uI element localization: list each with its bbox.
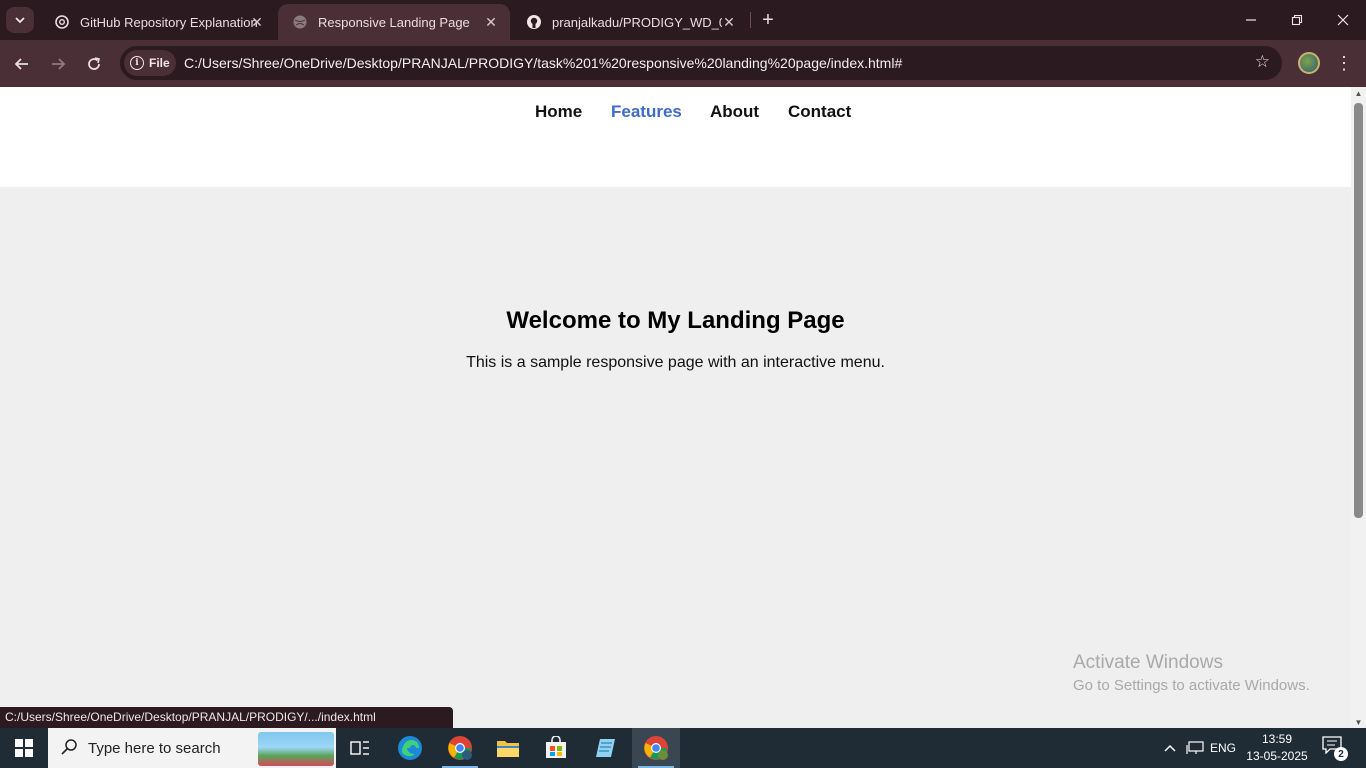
tab-separator: [750, 12, 751, 28]
clock[interactable]: 13:59 13-05-2025: [1244, 731, 1310, 765]
notification-center-button[interactable]: 2: [1322, 736, 1348, 761]
language-indicator[interactable]: ENG: [1208, 728, 1238, 768]
browser-toolbar: i File C:/Users/Shree/OneDrive/Desktop/P…: [0, 40, 1366, 87]
address-bar[interactable]: i File C:/Users/Shree/OneDrive/Desktop/P…: [120, 46, 1282, 80]
start-button[interactable]: [0, 728, 48, 768]
watermark-title: Activate Windows: [1073, 652, 1223, 673]
close-tab-icon[interactable]: ✕: [482, 13, 500, 31]
chrome-taskbar-button[interactable]: [632, 728, 680, 768]
task-view-icon: [350, 741, 369, 755]
chevron-down-icon: [15, 17, 25, 24]
file-explorer-taskbar-button[interactable]: [484, 728, 532, 768]
edge-icon: [398, 736, 422, 760]
tab-title: pranjalkadu/PRODIGY_WD_01:: [552, 14, 722, 30]
forward-button[interactable]: [44, 50, 72, 78]
back-button[interactable]: [8, 50, 36, 78]
web-page: Home Features About Contact Welcome to M…: [0, 87, 1351, 728]
minimize-button[interactable]: [1228, 0, 1274, 40]
link-status-bubble: C:/Users/Shree/OneDrive/Desktop/PRANJAL/…: [0, 707, 453, 728]
scroll-down-arrow-icon[interactable]: ▼: [1354, 718, 1363, 727]
nav-home-link[interactable]: Home: [535, 102, 582, 122]
nav-features-link[interactable]: Features: [611, 102, 682, 122]
scrollbar-thumb[interactable]: [1354, 103, 1363, 518]
taskbar-search-box[interactable]: Type here to search: [48, 728, 336, 768]
tab-title: Responsive Landing Page: [318, 14, 470, 30]
nav-contact-link[interactable]: Contact: [788, 102, 851, 122]
profile-avatar[interactable]: [1298, 52, 1320, 74]
url-text[interactable]: C:/Users/Shree/OneDrive/Desktop/PRANJAL/…: [184, 55, 902, 71]
close-tab-icon[interactable]: ✕: [720, 13, 738, 31]
edge-taskbar-button[interactable]: [386, 728, 434, 768]
task-view-button[interactable]: [336, 728, 384, 768]
reload-icon: [88, 57, 100, 70]
watermark-subtitle: Go to Settings to activate Windows.: [1073, 677, 1310, 694]
chevron-up-icon: [1164, 744, 1176, 752]
network-icon: [1186, 741, 1204, 754]
menu-kebab-icon[interactable]: ⋮: [1334, 50, 1354, 76]
clock-time: 13:59: [1261, 732, 1293, 746]
chrome-profile-taskbar-button[interactable]: [436, 728, 484, 768]
tab-strip: GitHub Repository Explanation ✕ Responsi…: [0, 0, 1366, 40]
arrow-left-icon: [14, 58, 28, 70]
windows-taskbar: Type here to search ENG 13:59 13-05-2025…: [0, 728, 1366, 768]
tab-github-pranjalkadu[interactable]: pranjalkadu/PRODIGY_WD_01: ✕: [512, 4, 748, 40]
info-icon: i: [130, 56, 144, 70]
github-icon: [526, 14, 542, 30]
windows-logo-icon: [15, 739, 33, 757]
close-icon: [1337, 14, 1349, 26]
chrome-icon: [448, 736, 472, 760]
bookmark-star-icon[interactable]: ☆: [1255, 52, 1270, 72]
nav-about-link[interactable]: About: [710, 102, 759, 122]
arrow-right-icon: [52, 58, 66, 70]
search-placeholder: Type here to search: [88, 740, 221, 757]
store-icon: [546, 736, 566, 758]
site-info-chip[interactable]: i File: [124, 50, 176, 76]
hero-title: Welcome to My Landing Page: [506, 307, 845, 334]
scroll-up-arrow-icon[interactable]: ▲: [1354, 89, 1363, 98]
activate-windows-watermark: Activate Windows Go to Settings to activ…: [1073, 652, 1310, 694]
search-highlight-image[interactable]: [258, 732, 334, 766]
site-nav: Home Features About Contact: [0, 87, 1351, 137]
folder-icon: [497, 741, 519, 757]
page-scrollbar[interactable]: ▲ ▼: [1351, 87, 1366, 728]
header-spacer: [0, 137, 1351, 187]
restore-button[interactable]: [1274, 0, 1320, 40]
close-tab-icon[interactable]: ✕: [248, 13, 266, 31]
search-icon: [60, 738, 78, 761]
restore-icon: [1291, 14, 1303, 26]
notification-badge: 2: [1334, 747, 1348, 761]
openai-icon: [54, 14, 70, 30]
network-button[interactable]: [1184, 728, 1206, 768]
tab-responsive-landing-page[interactable]: Responsive Landing Page ✕: [278, 4, 510, 40]
hero-text: This is a sample responsive page with an…: [466, 354, 885, 371]
minimize-icon: [1246, 19, 1256, 21]
clock-date: 13-05-2025: [1246, 749, 1308, 763]
tab-github-repository-explanation[interactable]: GitHub Repository Explanation ✕: [40, 4, 276, 40]
notepad-taskbar-button[interactable]: [582, 728, 630, 768]
reload-button[interactable]: [80, 50, 108, 78]
chrome-icon: [644, 736, 668, 760]
new-tab-button[interactable]: +: [756, 8, 780, 32]
microsoft-store-taskbar-button[interactable]: [532, 728, 580, 768]
tab-search-button[interactable]: [6, 7, 34, 33]
site-info-label: File: [149, 56, 170, 70]
tab-title: GitHub Repository Explanation: [80, 14, 258, 30]
close-window-button[interactable]: [1320, 0, 1366, 40]
show-hidden-icons-button[interactable]: [1160, 728, 1180, 768]
notepad-icon: [596, 739, 615, 757]
globe-icon: [292, 14, 308, 30]
